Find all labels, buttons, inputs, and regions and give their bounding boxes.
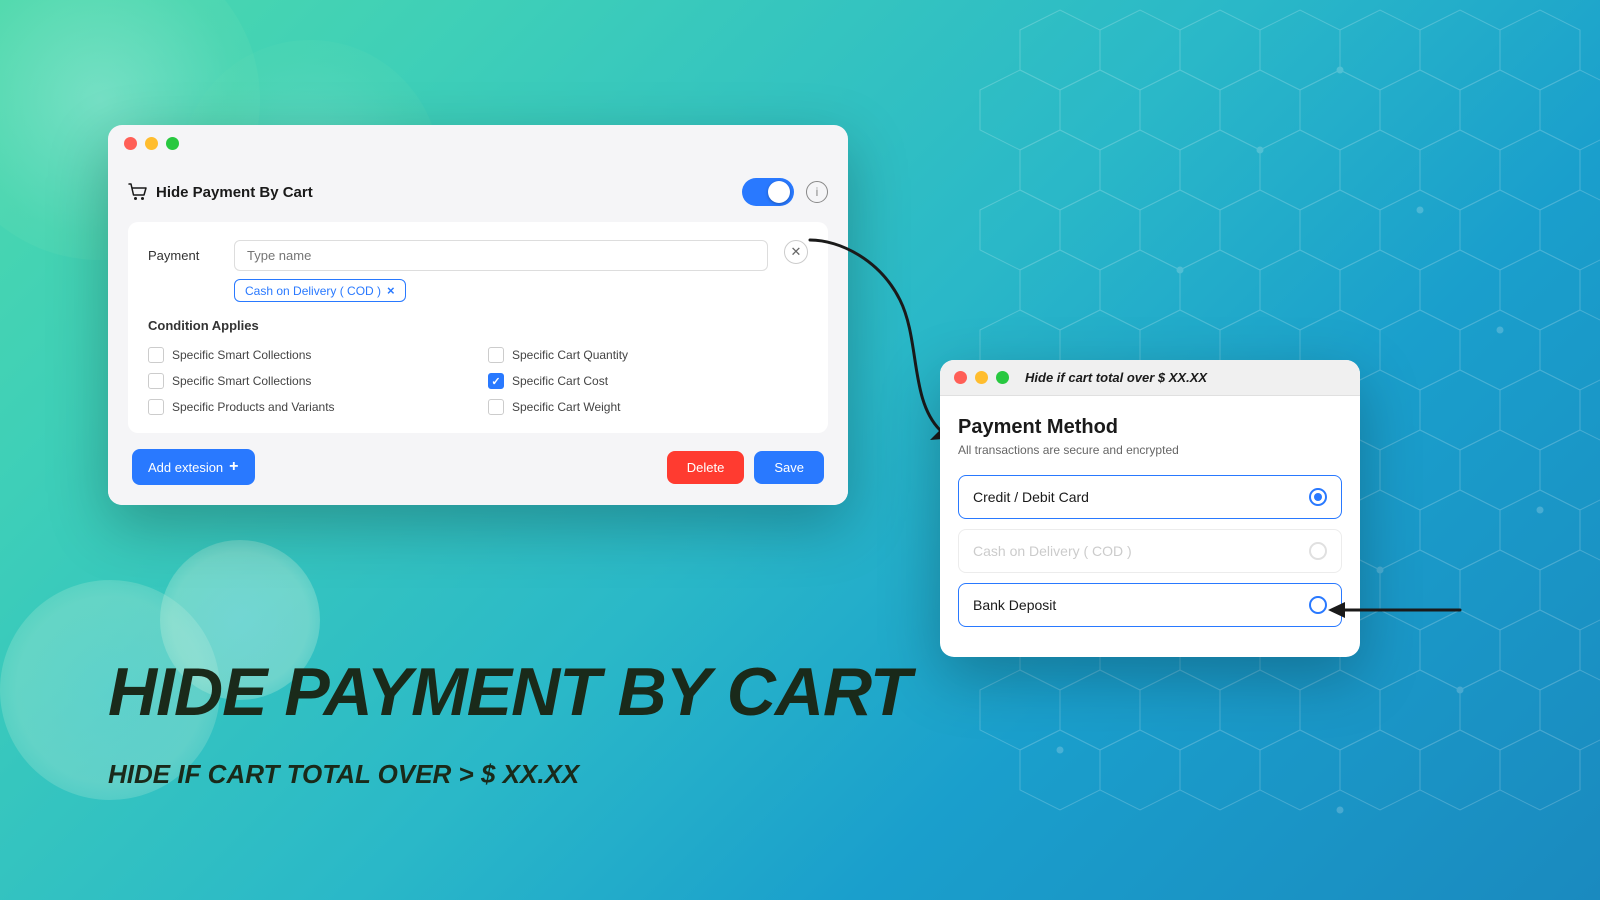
checkbox-row: Specific Smart Collections xyxy=(148,373,468,389)
checkbox-cart-weight[interactable] xyxy=(488,399,504,415)
window-content: Hide Payment By Cart i Payment Cash on D… xyxy=(108,162,848,505)
cart-icon xyxy=(128,183,148,201)
toggle-switch[interactable] xyxy=(742,178,794,206)
payment-option-bank-label: Bank Deposit xyxy=(973,597,1056,613)
checkbox-cart-quantity[interactable] xyxy=(488,347,504,363)
condition-title: Condition Applies xyxy=(148,318,808,333)
payment-method-title: Payment Method xyxy=(958,416,1342,439)
window-footer: Add extesion + Delete Save xyxy=(128,449,828,485)
traffic-light-yellow[interactable] xyxy=(145,137,158,150)
checkbox-label-products-variants: Specific Products and Variants xyxy=(172,400,335,414)
checkbox-grid: Specific Smart Collections Specific Cart… xyxy=(148,347,808,415)
save-button[interactable]: Save xyxy=(754,451,824,484)
payment-titlebar: Hide if cart total over $ XX.XX xyxy=(940,360,1360,396)
radio-cod[interactable] xyxy=(1309,542,1327,560)
payment-tl-red[interactable] xyxy=(954,371,967,384)
radio-bank[interactable] xyxy=(1309,596,1327,614)
checkbox-smart-collections-2[interactable] xyxy=(148,373,164,389)
form-inner: Payment Cash on Delivery ( COD ) × ✕ Con… xyxy=(128,222,828,433)
window-header: Hide Payment By Cart i xyxy=(128,178,828,206)
payment-tl-yellow[interactable] xyxy=(975,371,988,384)
checkbox-row: Specific Cart Cost xyxy=(488,373,808,389)
checkbox-label-smart-collections-1: Specific Smart Collections xyxy=(172,348,311,362)
big-title: HIDE PAYMENT BY CART xyxy=(108,655,910,730)
checkbox-smart-collections-1[interactable] xyxy=(148,347,164,363)
checkbox-row: Specific Smart Collections xyxy=(148,347,468,363)
toggle-thumb xyxy=(768,181,790,203)
checkbox-label-cart-cost: Specific Cart Cost xyxy=(512,374,608,388)
payment-option-bank[interactable]: Bank Deposit xyxy=(958,583,1342,627)
window-title: Hide Payment By Cart xyxy=(156,184,313,201)
cod-tag-remove[interactable]: × xyxy=(387,283,395,298)
payment-window-body: Payment Method All transactions are secu… xyxy=(940,396,1360,657)
checkbox-label-cart-weight: Specific Cart Weight xyxy=(512,400,621,414)
cod-tag: Cash on Delivery ( COD ) × xyxy=(234,279,406,302)
info-icon[interactable]: i xyxy=(806,181,828,203)
checkbox-row: Specific Cart Weight xyxy=(488,399,808,415)
traffic-light-red[interactable] xyxy=(124,137,137,150)
payment-row: Payment Cash on Delivery ( COD ) × ✕ xyxy=(148,240,808,302)
window-title-row: Hide Payment By Cart xyxy=(128,183,313,201)
window-titlebar xyxy=(108,125,848,162)
payment-method-subtitle: All transactions are secure and encrypte… xyxy=(958,443,1342,457)
payment-option-cod-label: Cash on Delivery ( COD ) xyxy=(973,543,1132,559)
checkbox-label-cart-quantity: Specific Cart Quantity xyxy=(512,348,628,362)
action-buttons: Delete Save xyxy=(667,451,824,484)
payment-window-note: Hide if cart total over $ XX.XX xyxy=(1025,370,1207,385)
payment-window: Hide if cart total over $ XX.XX Payment … xyxy=(940,360,1360,657)
checkbox-row: Specific Cart Quantity xyxy=(488,347,808,363)
checkbox-cart-cost[interactable] xyxy=(488,373,504,389)
big-subtitle: HIDE IF CART TOTAL OVER > $ XX.XX xyxy=(108,759,579,790)
checkbox-row: Specific Products and Variants xyxy=(148,399,468,415)
radio-credit-card[interactable] xyxy=(1309,488,1327,506)
payment-option-credit-card[interactable]: Credit / Debit Card xyxy=(958,475,1342,519)
payment-tl-green[interactable] xyxy=(996,371,1009,384)
payment-input-area: Cash on Delivery ( COD ) × xyxy=(234,240,768,302)
payment-label: Payment xyxy=(148,240,218,263)
payment-option-cod[interactable]: Cash on Delivery ( COD ) xyxy=(958,529,1342,573)
payment-type-input[interactable] xyxy=(234,240,768,271)
payment-option-credit-label: Credit / Debit Card xyxy=(973,489,1089,505)
delete-button[interactable]: Delete xyxy=(667,451,745,484)
add-extension-button[interactable]: Add extesion + xyxy=(132,449,255,485)
traffic-light-green[interactable] xyxy=(166,137,179,150)
close-button[interactable]: ✕ xyxy=(784,240,808,264)
checkbox-label-smart-collections-2: Specific Smart Collections xyxy=(172,374,311,388)
main-window: Hide Payment By Cart i Payment Cash on D… xyxy=(108,125,848,505)
checkbox-products-variants[interactable] xyxy=(148,399,164,415)
add-extension-label: Add extesion xyxy=(148,460,223,475)
plus-icon: + xyxy=(229,458,238,476)
cod-tag-label: Cash on Delivery ( COD ) xyxy=(245,284,381,298)
